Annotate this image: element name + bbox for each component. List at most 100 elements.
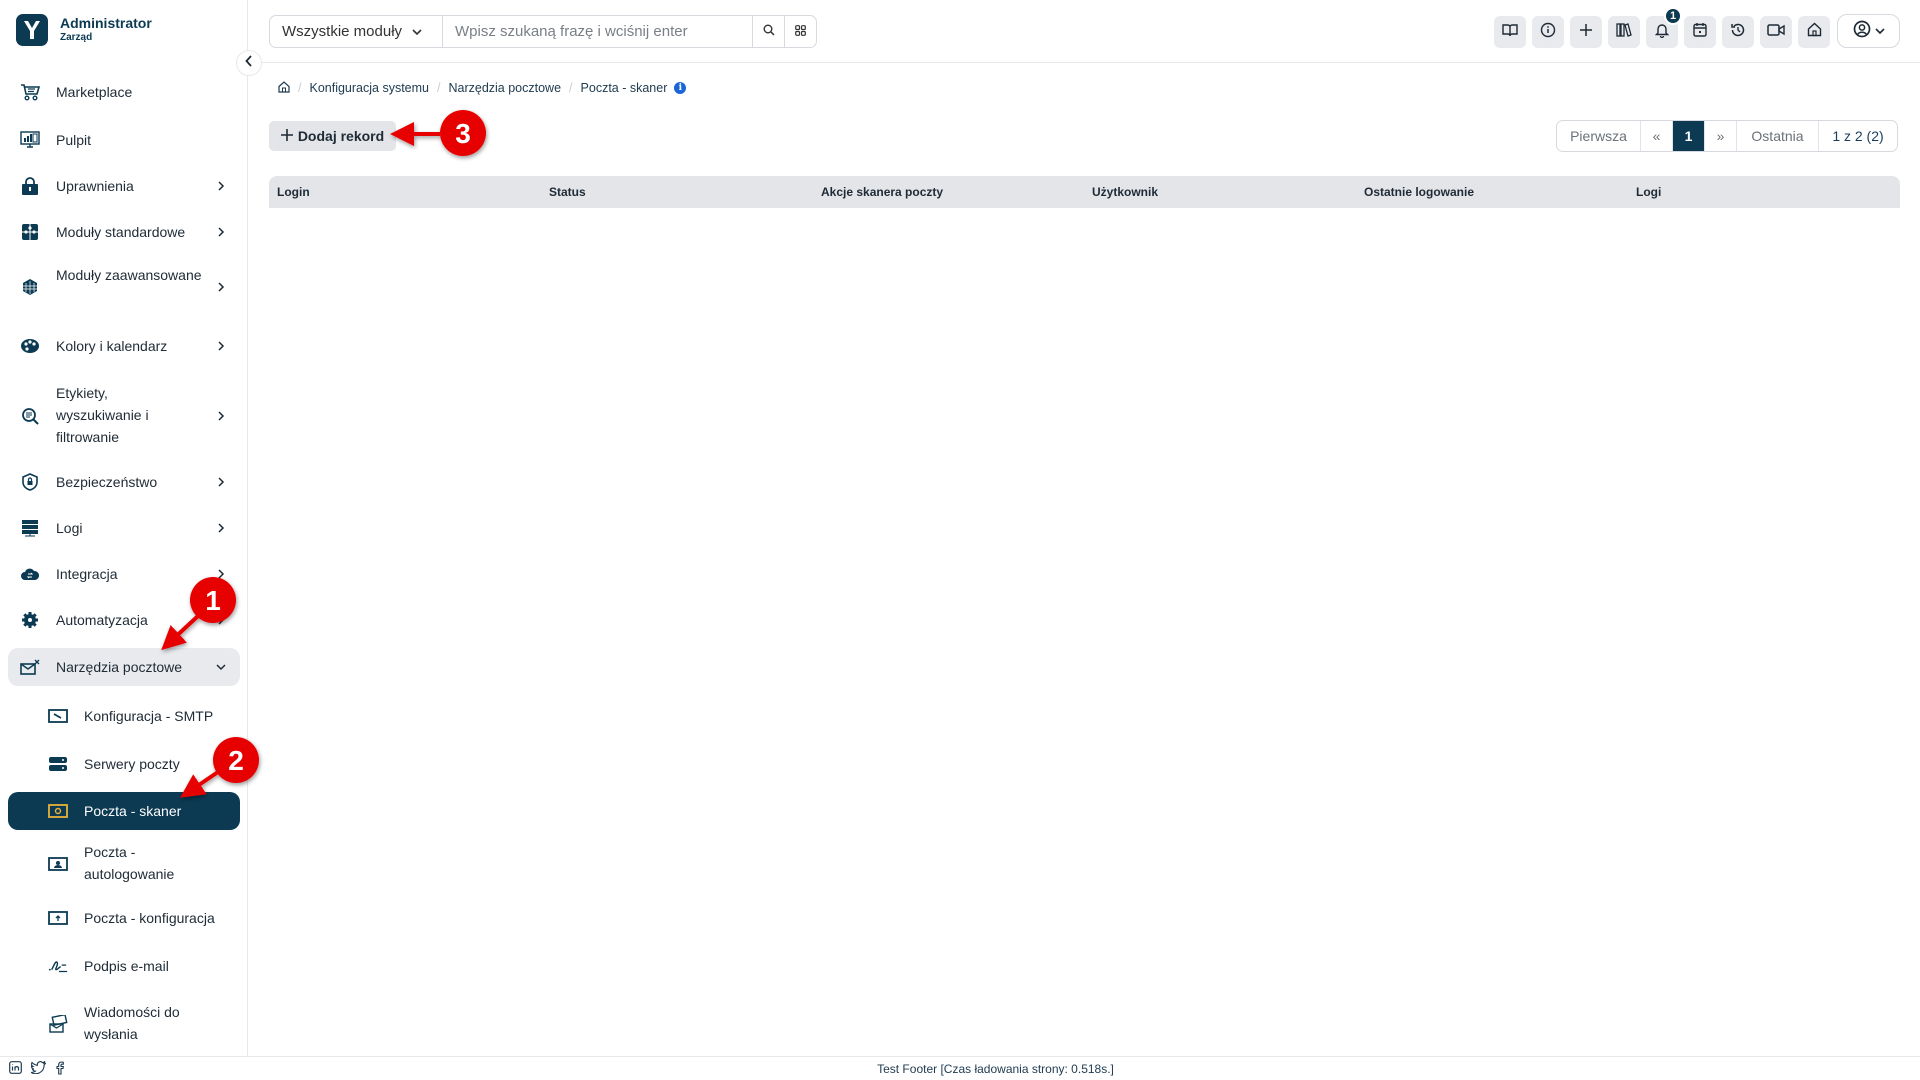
history-button[interactable] xyxy=(1722,16,1754,48)
sidebar-item-label: Uprawnienia xyxy=(56,178,134,194)
book-icon xyxy=(1502,23,1518,42)
video-button[interactable] xyxy=(1760,16,1792,48)
sidebar-item-kolory-i-kalendarz[interactable]: Kolory i kalendarz xyxy=(8,324,240,368)
breadcrumb-item[interactable]: Narzędzia pocztowe xyxy=(448,81,561,95)
annotation-label: 3 xyxy=(455,118,471,149)
column-header-last-login[interactable]: Ostatnie logowanie xyxy=(1364,176,1474,208)
sidebar-item-label: Bezpieczeństwo xyxy=(56,474,158,490)
calendar-icon xyxy=(1693,22,1707,42)
column-header-actions[interactable]: Akcje skanera poczty xyxy=(821,176,943,208)
calendar-button[interactable] xyxy=(1684,16,1716,48)
brand[interactable]: Administrator Zarząd xyxy=(16,14,152,46)
info-icon xyxy=(1540,22,1556,43)
chevron-right-icon xyxy=(216,341,226,351)
breadcrumb-current: Poczta - skaner xyxy=(580,81,668,95)
chevron-right-icon xyxy=(216,411,226,421)
sidebar-item-label: Marketplace xyxy=(56,84,133,100)
sidebar-item-marketplace[interactable]: Marketplace xyxy=(8,70,240,114)
cloud-icon xyxy=(20,564,40,584)
column-header-logs[interactable]: Logi xyxy=(1636,176,1661,208)
sidebar-item-uprawnienia[interactable]: Uprawnienia xyxy=(8,164,240,208)
topbar: Wszystkie moduły 1 xyxy=(249,0,1920,63)
cube-icon xyxy=(20,277,40,297)
sidebar-item-bezpieczenstwo[interactable]: Bezpieczeństwo xyxy=(8,460,240,504)
brand-name: Administrator xyxy=(60,15,152,31)
add-record-button[interactable]: Dodaj rekord xyxy=(269,121,396,151)
footer-text: Test Footer [Czas ładowania strony: 0.51… xyxy=(877,1062,1114,1076)
sidebar-item-automatyzacja[interactable]: Automatyzacja xyxy=(8,598,240,642)
app-root: Administrator Zarząd Marketplace Pulpit … xyxy=(0,0,1920,1080)
home-icon xyxy=(1807,22,1822,42)
sidebar-subitem-poczta-konfiguracja[interactable]: Poczta - konfiguracja xyxy=(8,896,240,940)
search-input[interactable] xyxy=(443,16,752,47)
library-button[interactable] xyxy=(1608,16,1640,48)
chevron-right-icon xyxy=(216,181,226,191)
pagination-current-page[interactable]: 1 xyxy=(1673,121,1705,151)
sidebar-item-narzedzia-pocztowe[interactable]: Narzędzia pocztowe xyxy=(8,648,240,686)
lock-icon xyxy=(20,176,40,196)
bell-icon xyxy=(1654,22,1670,43)
breadcrumb-separator: / xyxy=(298,81,302,95)
column-header-status[interactable]: Status xyxy=(549,176,586,208)
sidebar-subitem-poczta-skaner[interactable]: Poczta - skaner xyxy=(8,792,240,830)
server-log-icon xyxy=(20,518,40,538)
sidebar-item-moduly-standardowe[interactable]: Moduły standardowe xyxy=(8,210,240,254)
sidebar-item-pulpit[interactable]: Pulpit xyxy=(8,118,240,162)
breadcrumb-item[interactable]: Konfiguracja systemu xyxy=(309,81,429,95)
pagination: Pierwsza « 1 » Ostatnia 1 z 2 (2) xyxy=(1556,120,1898,152)
palette-icon xyxy=(20,336,40,356)
user-avatar-icon xyxy=(1853,20,1871,43)
plus-icon xyxy=(1579,23,1593,42)
mail-tools-icon xyxy=(20,657,40,677)
notifications-button[interactable]: 1 xyxy=(1646,7,1682,48)
info-icon[interactable]: i xyxy=(674,82,687,94)
dashboard-icon xyxy=(20,130,40,150)
books-icon xyxy=(1616,22,1632,42)
user-menu-button[interactable] xyxy=(1837,14,1900,48)
pagination-prev[interactable]: « xyxy=(1641,121,1673,151)
sidebar-item-label: Pulpit xyxy=(56,132,92,148)
column-header-login[interactable]: Login xyxy=(277,176,310,208)
info-button[interactable] xyxy=(1532,16,1564,48)
sidebar-collapse-button[interactable] xyxy=(236,50,262,76)
autologin-icon xyxy=(48,854,68,874)
records-table: Login Status Akcje skanera poczty Użytko… xyxy=(269,176,1900,208)
breadcrumb-separator: / xyxy=(569,81,573,95)
sidebar-item-label: Wiadomości do wysłania xyxy=(84,1004,180,1042)
pagination-last[interactable]: Ostatnia xyxy=(1737,121,1819,151)
sidebar-subitem-serwery-poczty[interactable]: Serwery poczty xyxy=(8,742,240,786)
knowledge-base-button[interactable] xyxy=(1494,16,1526,48)
advanced-search-button[interactable] xyxy=(784,16,816,47)
chevron-left-icon xyxy=(245,54,253,72)
sidebar-item-label: Etykiety, wyszukiwanie i filtrowanie xyxy=(56,385,149,445)
sidebar-item-label: Poczta - skaner xyxy=(84,803,182,819)
global-search: Wszystkie moduły xyxy=(269,15,817,48)
cart-icon xyxy=(20,82,40,102)
module-select[interactable]: Wszystkie moduły xyxy=(270,16,443,47)
sidebar-item-integracja[interactable]: Integracja xyxy=(8,552,240,596)
outbox-icon xyxy=(48,1014,68,1034)
search-tag-icon xyxy=(20,406,40,426)
mail-config-icon xyxy=(48,908,68,928)
sidebar-item-label: Podpis e-mail xyxy=(84,958,169,974)
notification-count-badge: 1 xyxy=(1664,7,1682,25)
sidebar-subitem-poczta-autologowanie[interactable]: Poczta - autologowanie xyxy=(8,836,240,892)
quick-create-button[interactable] xyxy=(1570,16,1602,48)
sidebar: Administrator Zarząd Marketplace Pulpit … xyxy=(0,0,248,1056)
sidebar-item-logi[interactable]: Logi xyxy=(8,506,240,550)
chevron-down-icon xyxy=(412,23,422,40)
pagination-next[interactable]: » xyxy=(1705,121,1737,151)
sidebar-item-moduly-zaawansowane[interactable]: Moduły zaawansowane xyxy=(8,258,240,316)
breadcrumb-home-icon[interactable] xyxy=(278,80,290,96)
gear-icon xyxy=(20,610,40,630)
pagination-first[interactable]: Pierwsza xyxy=(1557,121,1641,151)
puzzle-icon xyxy=(20,222,40,242)
home-button[interactable] xyxy=(1798,16,1830,48)
sidebar-subitem-wiadomosci-do-wyslania[interactable]: Wiadomości do wysłania xyxy=(8,996,240,1052)
search-button[interactable] xyxy=(752,16,784,47)
footer: Test Footer [Czas ładowania strony: 0.51… xyxy=(0,1056,1920,1080)
sidebar-subitem-konfiguracja-smtp[interactable]: Konfiguracja - SMTP xyxy=(8,694,240,738)
sidebar-item-etykiety[interactable]: Etykiety, wyszukiwanie i filtrowanie xyxy=(8,376,240,456)
column-header-user[interactable]: Użytkownik xyxy=(1092,176,1158,208)
sidebar-subitem-podpis-email[interactable]: Podpis e-mail xyxy=(8,944,240,988)
